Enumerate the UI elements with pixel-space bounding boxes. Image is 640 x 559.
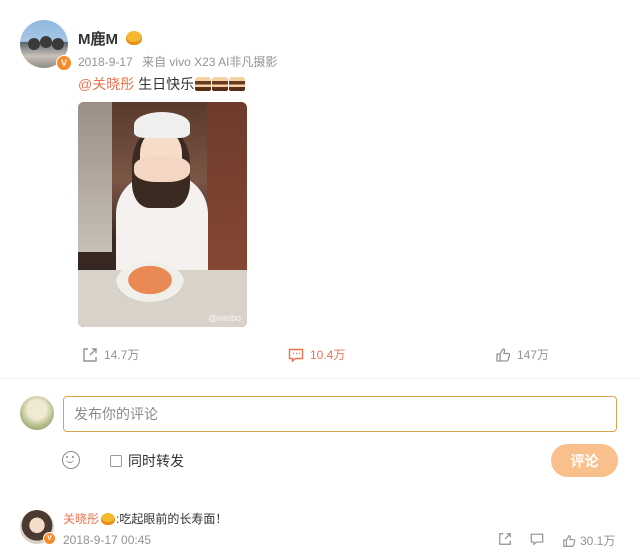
- verified-badge-icon: V: [56, 55, 72, 71]
- comment-share-button[interactable]: [498, 532, 512, 546]
- post-text: 生日快乐: [134, 76, 195, 92]
- repost-checkbox-row[interactable]: 同时转发: [110, 451, 184, 471]
- comment-icon: [530, 533, 544, 546]
- comment-text: 吃起眼前的长寿面！: [119, 512, 228, 526]
- cake-emoji-icon: [212, 77, 229, 91]
- comment-body: 关晓彤 : 吃起眼前的长寿面！: [63, 510, 227, 527]
- like-button[interactable]: 147万: [495, 346, 549, 363]
- share-icon: [499, 533, 511, 545]
- comment-like-button[interactable]: 30.1万: [562, 532, 615, 549]
- cake-emoji-icon: [195, 77, 212, 91]
- post-photo[interactable]: @weibo: [78, 102, 247, 327]
- comment-like-count: 30.1万: [580, 534, 616, 548]
- cake-emoji-icon: [229, 77, 246, 91]
- emoji-icon[interactable]: [62, 451, 80, 469]
- post-content: @关晓彤 生日快乐: [78, 74, 246, 94]
- post-timestamp[interactable]: 2018-9-17: [78, 55, 133, 69]
- comment-input[interactable]: [63, 396, 617, 432]
- post-source: 来自 vivo X23 AI非凡摄影: [142, 55, 278, 69]
- post-meta: 2018-9-17 来自 vivo X23 AI非凡摄影: [78, 53, 277, 70]
- current-user-avatar[interactable]: [20, 396, 54, 430]
- vip-crown-icon: [101, 512, 116, 525]
- submit-comment-button[interactable]: 评论: [551, 444, 618, 477]
- vip-crown-icon: [126, 31, 142, 45]
- repost-checkbox-label: 同时转发: [128, 453, 184, 469]
- comment-count: 10.4万: [310, 348, 346, 362]
- share-icon: [83, 347, 97, 362]
- author-name[interactable]: M鹿M: [78, 28, 118, 49]
- commenter-name[interactable]: 关晓彤: [63, 510, 99, 527]
- like-icon: [563, 534, 576, 547]
- repost-checkbox[interactable]: [110, 455, 122, 467]
- divider: [0, 378, 640, 379]
- like-count: 147万: [517, 348, 550, 362]
- photo-watermark: @weibo: [208, 313, 241, 323]
- comment-time: 2018-9-17 00:45: [63, 533, 152, 547]
- comment-icon: [288, 348, 304, 362]
- mention-link[interactable]: @关晓彤: [78, 76, 134, 92]
- verified-badge-icon: V: [43, 532, 56, 545]
- repost-button[interactable]: 14.7万: [82, 346, 139, 363]
- comment-button[interactable]: 10.4万: [288, 346, 345, 363]
- comment-reply-button[interactable]: [530, 532, 544, 546]
- like-icon: [496, 347, 511, 362]
- repost-count: 14.7万: [104, 348, 140, 362]
